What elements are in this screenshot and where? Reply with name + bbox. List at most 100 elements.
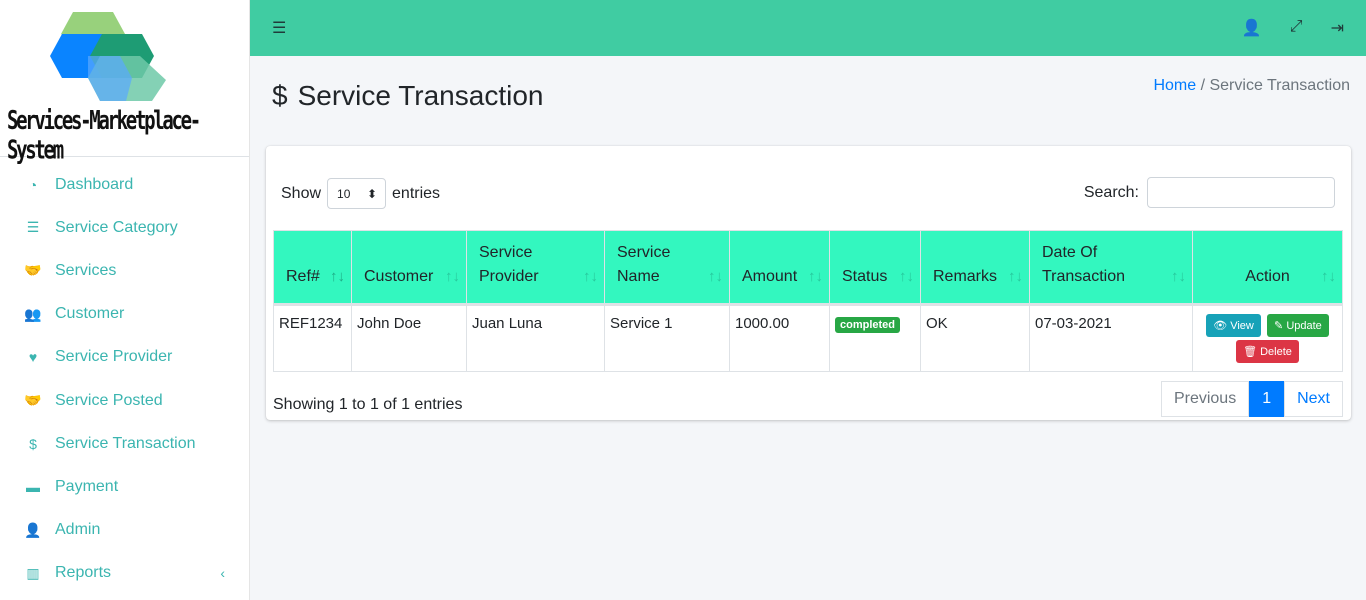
sidebar-item-dashboard[interactable]: ◔ Dashboard [0, 163, 249, 206]
sort-icon[interactable]: ↑↓ [583, 265, 598, 289]
delete-button[interactable]: 🗑 Delete [1236, 340, 1299, 363]
services-icon: 🤝 [24, 262, 42, 279]
column-label: Status [842, 268, 888, 285]
sidebar-item-label: Dashboard [55, 175, 134, 193]
view-button[interactable]: 👁 View [1206, 314, 1261, 337]
sidebar-item-payment[interactable]: ▬ Payment [0, 465, 249, 508]
entries-select[interactable]: 10 [327, 178, 387, 209]
breadcrumb-separator: / [1200, 77, 1206, 94]
hamburger-menu-icon[interactable]: ☰ [272, 18, 286, 38]
service-transaction-icon: $ [29, 435, 37, 452]
view-label: View [1230, 320, 1254, 332]
sidebar-item-admin[interactable]: 👤 Admin [0, 509, 249, 552]
sort-icon[interactable]: ↑↓ [708, 265, 723, 289]
sidebar-item-customer[interactable]: 👥 Customer [0, 293, 249, 336]
column-header-remarks[interactable]: Remarks ↑↓ [920, 230, 1030, 306]
hand-holding-dollar-icon: $ [272, 80, 288, 111]
sidebar: Services-Marketplace-System ◔ Dashboard ☰ S… [0, 0, 250, 600]
update-label: Update [1286, 320, 1322, 332]
service-category-icon: ☰ [26, 219, 40, 236]
column-label: Service Name [617, 244, 671, 285]
page-title-text: Service Transaction [297, 80, 544, 111]
breadcrumb: Home / Service Transaction [1153, 77, 1350, 95]
service-provider-icon: ♥ [28, 349, 38, 366]
brand-name: Services-Marketplace-System [7, 106, 201, 166]
trash-icon: 🗑 [1243, 346, 1258, 358]
sidebar-item-label: Service Transaction [55, 434, 196, 452]
breadcrumb-home[interactable]: Home [1153, 77, 1196, 94]
sort-icon[interactable]: ↑↓ [330, 265, 345, 289]
chevron-left-icon[interactable]: ‹ [220, 565, 225, 581]
provider-cell: Juan Luna [466, 304, 605, 372]
column-label: Service Provider [479, 244, 539, 285]
previous-button[interactable]: Previous [1160, 381, 1250, 417]
sort-icon[interactable]: ↑↓ [1321, 265, 1336, 289]
main-content: $ Service Transaction Home / Service Tran… [250, 56, 1366, 600]
sidebar-item-label: Service Category [55, 218, 178, 236]
entries-label: entries [392, 184, 441, 202]
remarks-cell: OK [920, 304, 1030, 372]
sidebar-item-label: Service Provider [55, 348, 173, 366]
brand-logo[interactable]: Services-Marketplace-System [0, 0, 249, 165]
sidebar-item-service-category[interactable]: ☰ Service Category [0, 206, 249, 249]
breadcrumb-current: Service Transaction [1209, 77, 1350, 94]
transactions-table: Ref# ↑↓ Customer ↑↓ Service Provider ↑↓ Servic… [273, 230, 1343, 372]
customer-icon: 👥 [24, 305, 42, 322]
sort-icon[interactable]: ↑↓ [1171, 265, 1186, 289]
sidebar-nav: ◔ Dashboard ☰ Service Category 🤝 Services 👥 Cus… [0, 157, 249, 595]
payment-icon: ▬ [26, 478, 40, 495]
show-label: Show [281, 184, 322, 202]
user-lock-icon[interactable]: 👤 [1242, 18, 1262, 38]
update-button[interactable]: ✎ Update [1267, 314, 1329, 337]
table-info: Showing 1 to 1 of 1 entries [273, 396, 463, 413]
column-header-date-of-transaction[interactable]: Date Of Transaction ↑↓ [1029, 230, 1193, 306]
search-input[interactable] [1147, 177, 1335, 208]
customer-cell: John Doe [351, 304, 467, 372]
service-posted-icon: 🤝 [24, 392, 42, 409]
sidebar-item-label: Payment [55, 477, 119, 495]
sidebar-item-services[interactable]: 🤝 Services [0, 249, 249, 292]
dashboard-icon: ◔ [28, 176, 38, 193]
sidebar-item-label: Service Posted [55, 391, 163, 409]
column-header-amount[interactable]: Amount ↑↓ [729, 230, 830, 306]
sort-icon[interactable]: ↑↓ [1008, 265, 1023, 289]
sidebar-item-service-provider[interactable]: ♥ Service Provider [0, 336, 249, 379]
logout-icon[interactable]: ⇥ [1331, 18, 1344, 38]
delete-label: Delete [1260, 346, 1292, 358]
page-1-button[interactable]: 1 [1249, 381, 1285, 417]
sort-icon[interactable]: ↑↓ [808, 265, 823, 289]
date-cell: 07-03-2021 [1029, 304, 1193, 372]
column-label: Customer [364, 268, 434, 285]
sidebar-item-reports[interactable]: ▥ Reports ‹ [0, 552, 249, 595]
next-button[interactable]: Next [1284, 381, 1343, 417]
sidebar-item-label: Customer [55, 305, 125, 323]
page-title: $ Service Transaction [272, 80, 543, 112]
column-header-ref[interactable]: Ref# ↑↓ [273, 230, 352, 306]
status-badge: completed [835, 317, 901, 333]
table-row: REF1234 John Doe Juan Luna Service 1 1000.00… [273, 304, 1343, 372]
topbar: ☰ 👤 ⤢ ⇥ [250, 0, 1366, 56]
column-header-action[interactable]: Action ↑↓ [1192, 230, 1343, 306]
column-label: Amount [742, 268, 798, 285]
user-edit-icon: ✎ [1274, 320, 1284, 332]
entries-length: Show 10 entries [281, 178, 440, 209]
column-header-status[interactable]: Status ↑↓ [829, 230, 921, 306]
sidebar-item-label: Reports [55, 564, 112, 582]
sidebar-item-label: Admin [55, 521, 101, 539]
ref-cell: REF1234 [273, 304, 352, 372]
column-header-service-name[interactable]: Service Name ↑↓ [604, 230, 730, 306]
fullscreen-icon[interactable]: ⤢ [1290, 18, 1303, 38]
column-header-service-provider[interactable]: Service Provider ↑↓ [466, 230, 605, 306]
logo-hexagons-icon [50, 12, 166, 101]
status-cell: completed [829, 304, 921, 372]
pagination: Previous 1 Next [1160, 381, 1343, 417]
column-label: Action [1245, 268, 1290, 285]
column-label: Date Of Transaction [1042, 244, 1125, 285]
column-header-customer[interactable]: Customer ↑↓ [351, 230, 467, 306]
eye-icon: 👁 [1213, 320, 1228, 332]
sort-icon[interactable]: ↑↓ [899, 265, 914, 289]
column-label: Ref# [286, 268, 320, 285]
sidebar-item-service-posted[interactable]: 🤝 Service Posted [0, 379, 249, 422]
sidebar-item-service-transaction[interactable]: $ Service Transaction [0, 422, 249, 465]
sort-icon[interactable]: ↑↓ [445, 265, 460, 289]
